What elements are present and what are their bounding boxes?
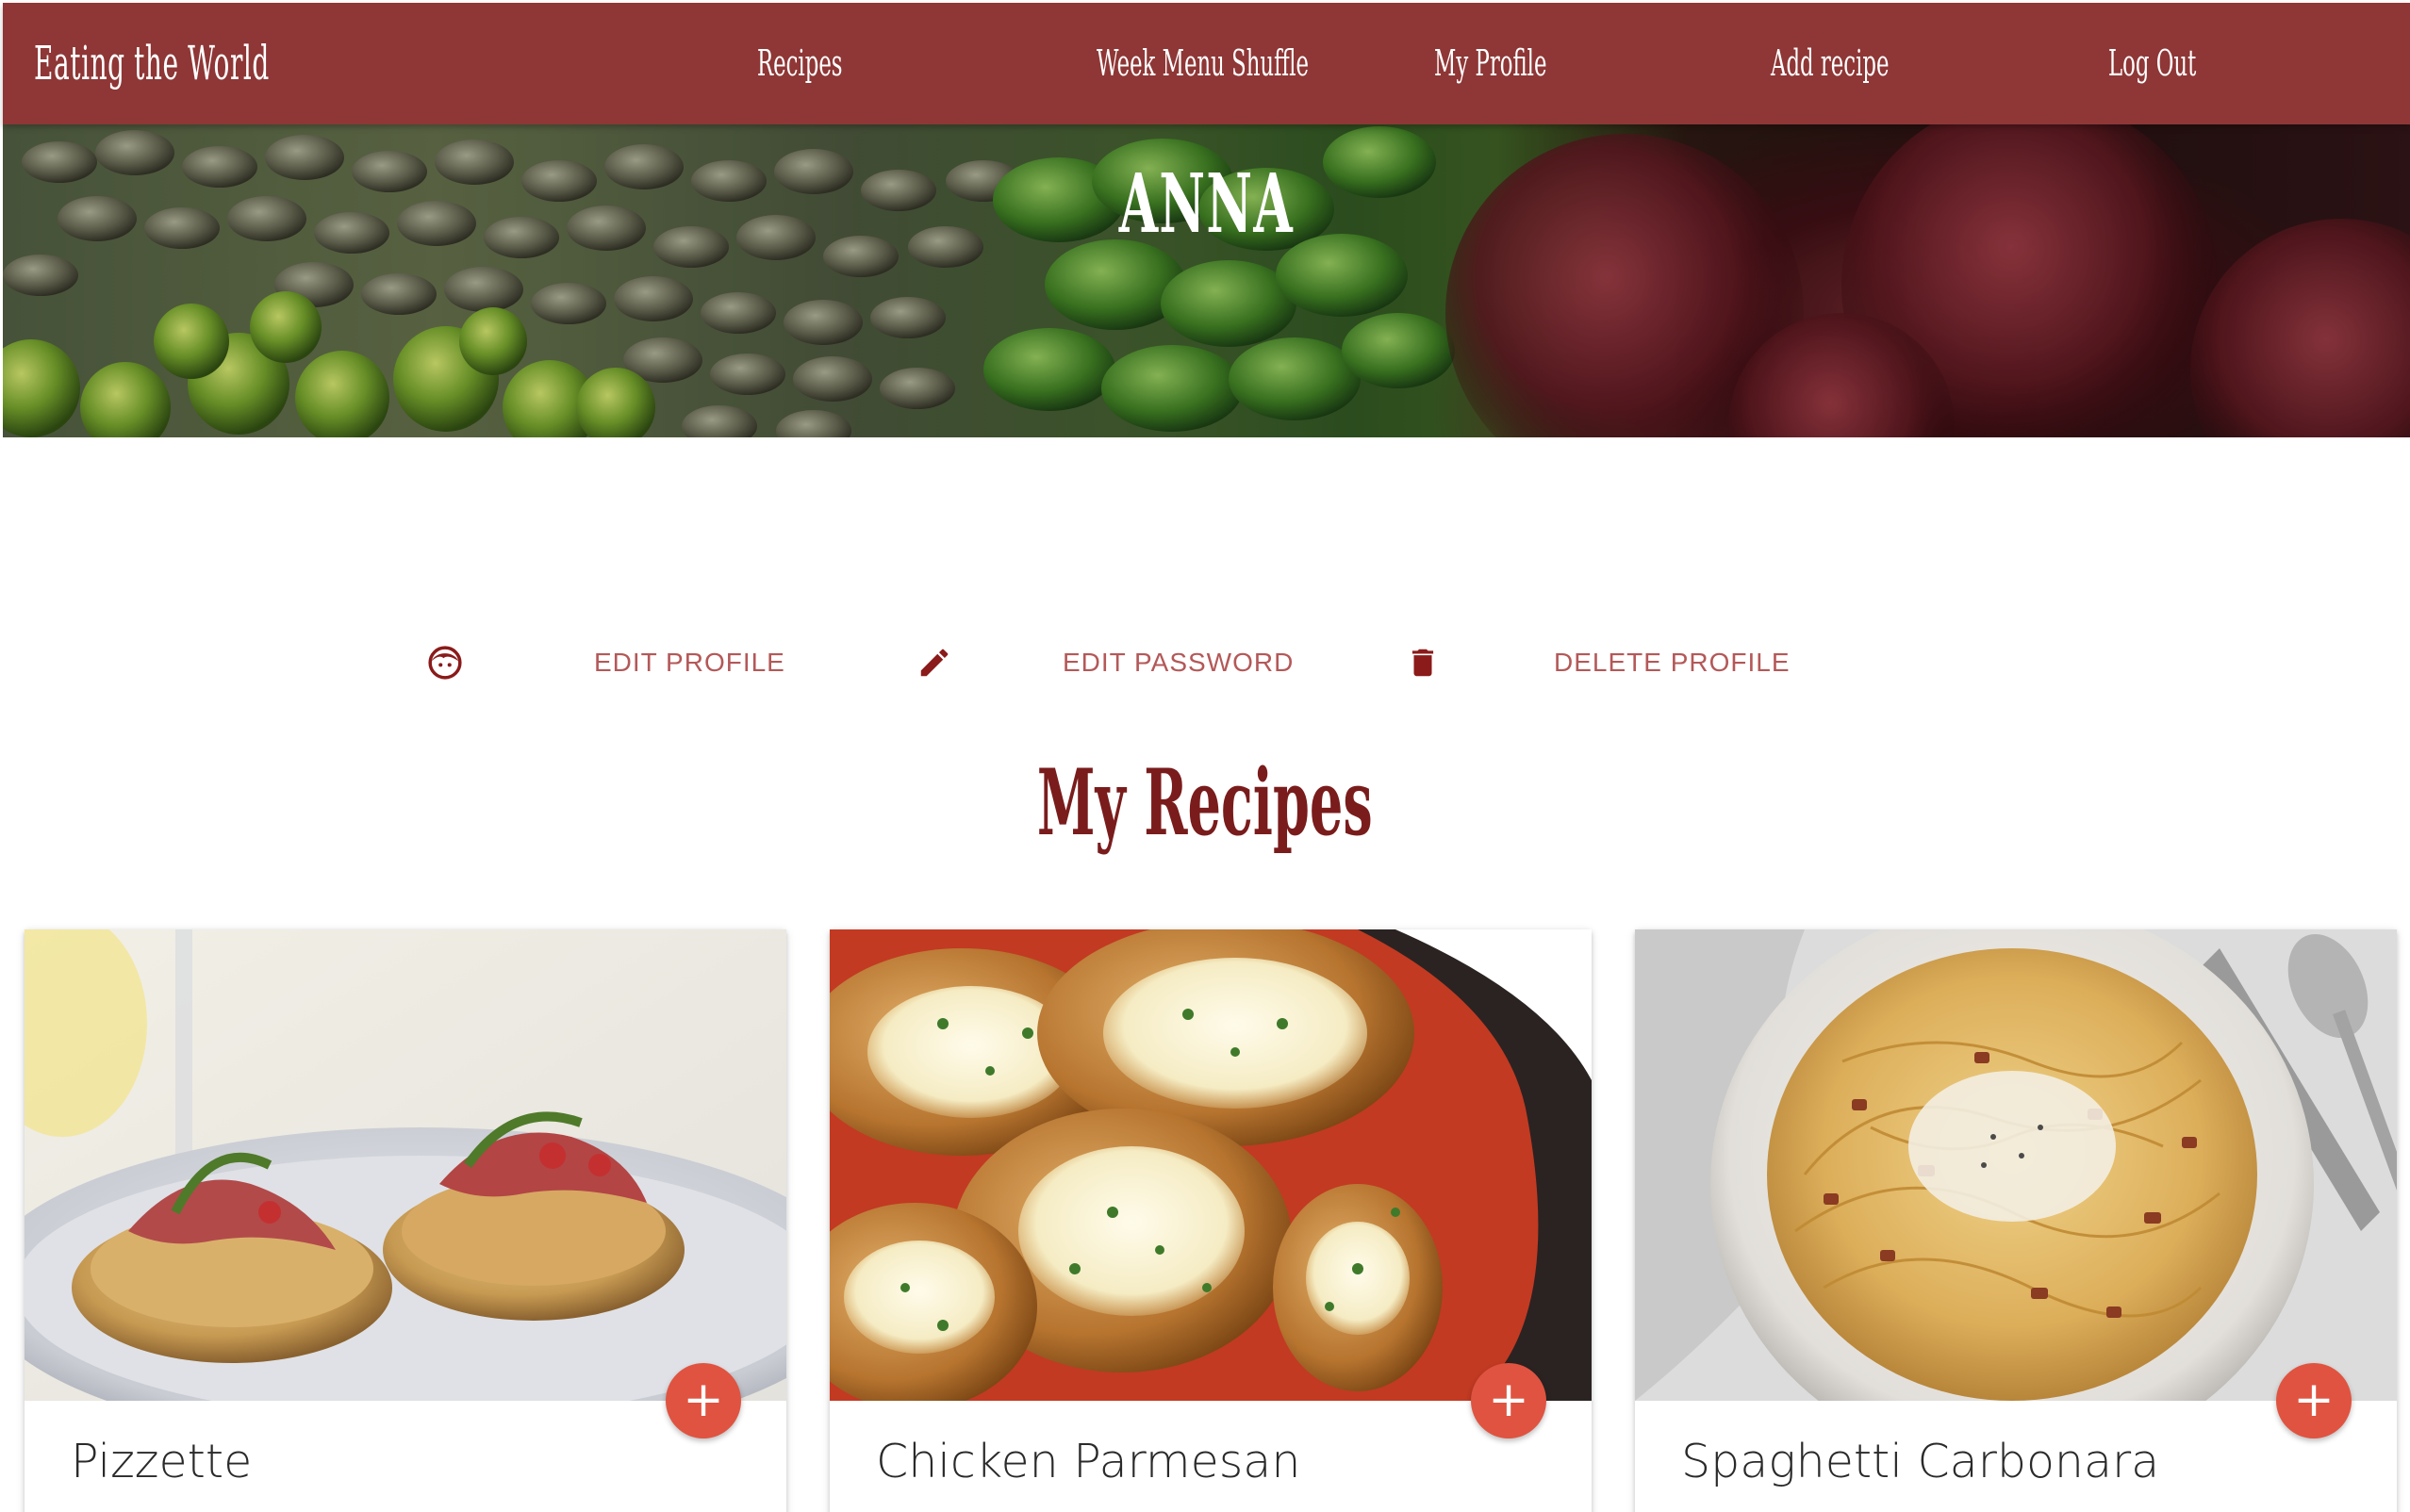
nav-recipes[interactable]: Recipes	[757, 3, 843, 124]
pencil-icon[interactable]	[916, 645, 952, 681]
my-recipes-heading: My Recipes	[1037, 749, 1373, 856]
trash-icon[interactable]	[1405, 645, 1441, 681]
nav-log-out[interactable]: Log Out	[2108, 3, 2196, 124]
profile-hero-banner: ANNA	[3, 124, 2410, 437]
recipe-title[interactable]: Chicken Parmesan	[876, 1435, 1300, 1488]
plus-icon: +	[2293, 1372, 2335, 1428]
face-icon[interactable]	[427, 645, 463, 681]
recipe-card[interactable]: + Chicken Parmesan	[830, 929, 1592, 1512]
edit-profile-link[interactable]: EDIT PROFILE	[594, 645, 785, 681]
recipe-image[interactable]	[1635, 929, 2397, 1401]
add-to-menu-button[interactable]: +	[666, 1363, 741, 1438]
delete-profile-link[interactable]: DELETE PROFILE	[1554, 645, 1791, 681]
plus-icon: +	[683, 1372, 724, 1428]
plus-icon: +	[1488, 1372, 1529, 1428]
nav-my-profile[interactable]: My Profile	[1434, 3, 1546, 124]
recipe-image[interactable]	[830, 929, 1592, 1401]
add-to-menu-button[interactable]: +	[1471, 1363, 1546, 1438]
recipe-card[interactable]: + Pizzette	[25, 929, 786, 1512]
recipe-card[interactable]: + Spaghetti Carbonara	[1635, 929, 2397, 1512]
recipe-image[interactable]	[25, 929, 786, 1401]
edit-password-link[interactable]: EDIT PASSWORD	[1063, 645, 1294, 681]
navbar: Eating the World Recipes Week Menu Shuff…	[3, 3, 2410, 124]
add-to-menu-button[interactable]: +	[2276, 1363, 2352, 1438]
recipe-title[interactable]: Spaghetti Carbonara	[1681, 1435, 2159, 1488]
brand-logo[interactable]: Eating the World	[34, 3, 270, 124]
nav-week-menu-shuffle[interactable]: Week Menu Shuffle	[1097, 3, 1309, 124]
recipe-title[interactable]: Pizzette	[71, 1435, 252, 1488]
profile-username: ANNA	[1118, 156, 1295, 252]
nav-add-recipe[interactable]: Add recipe	[1771, 3, 1889, 124]
